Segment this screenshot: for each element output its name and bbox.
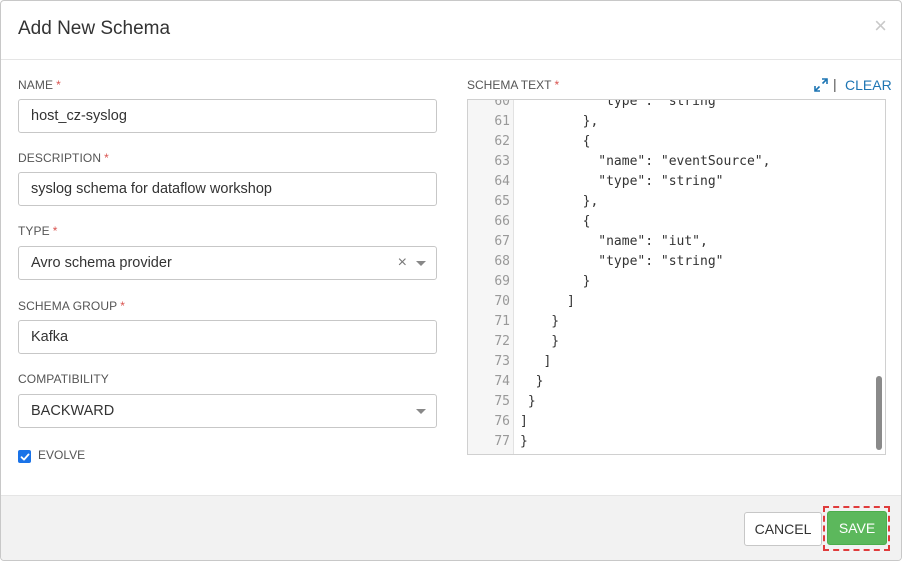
schema-text-editor[interactable]: 60 "type": "string" 61 }, 62 {63 "name": "… — [467, 99, 886, 455]
line-number: 70 — [494, 294, 510, 309]
required-mark: * — [554, 78, 560, 92]
code-line: 63 "name": "eventSource", — [468, 152, 885, 172]
line-number: 63 — [494, 154, 510, 169]
code-line: 65 }, — [468, 192, 885, 212]
line-text: } — [520, 334, 560, 349]
line-number: 74 — [494, 374, 510, 389]
line-text: { — [520, 134, 591, 149]
type-select[interactable]: Avro schema provider × — [18, 246, 437, 280]
editor-scrollbar[interactable] — [876, 376, 882, 450]
required-mark: * — [104, 151, 109, 165]
code-line: 68 "type": "string" — [468, 252, 885, 272]
line-number: 76 — [494, 414, 510, 429]
line-text: ] — [520, 414, 528, 429]
name-label-text: NAME — [18, 78, 54, 92]
schema-text-label: SCHEMA TEXT * — [467, 78, 559, 92]
line-text: } — [520, 374, 544, 389]
code-line: 74 } — [468, 372, 885, 392]
line-number: 60 — [494, 99, 510, 109]
line-number: 72 — [494, 334, 510, 349]
required-mark: * — [52, 224, 58, 238]
line-number: 64 — [494, 174, 510, 189]
line-text: }, — [520, 194, 599, 209]
line-text: } — [520, 274, 591, 289]
line-number: 68 — [494, 254, 510, 269]
line-number: 77 — [494, 434, 510, 449]
code-line: 76] — [468, 412, 885, 432]
line-text: { — [520, 214, 591, 229]
chevron-down-icon[interactable] — [416, 409, 426, 414]
add-schema-dialog: Add New Schema × NAME * host_cz-syslog DE… — [0, 0, 902, 561]
line-number: 75 — [494, 394, 510, 409]
line-text: }, — [520, 114, 599, 129]
line-number: 73 — [494, 354, 510, 369]
expand-icon[interactable] — [814, 78, 828, 92]
code-line: 66 { — [468, 212, 885, 232]
compatibility-label: COMPATIBILITY — [18, 372, 109, 386]
line-text: ] — [520, 354, 552, 369]
line-text: "name": "eventSource", — [520, 154, 771, 169]
compatibility-select[interactable]: BACKWARD — [18, 394, 437, 428]
line-text: "type": "string" — [520, 174, 724, 189]
line-text: "type": "string" — [520, 254, 724, 269]
line-number: 67 — [494, 234, 510, 249]
checkmark-icon — [20, 453, 29, 460]
description-input[interactable]: syslog schema for dataflow workshop — [18, 172, 437, 206]
required-mark: * — [120, 299, 125, 313]
code-line: 70 ] — [468, 292, 885, 312]
line-number: 62 — [494, 134, 510, 149]
code-line: 62 { — [468, 132, 885, 152]
chevron-down-icon[interactable] — [416, 261, 426, 266]
compatibility-label-text: COMPATIBILITY — [18, 372, 109, 386]
name-label: NAME * — [18, 78, 61, 92]
description-label-text: DESCRIPTION — [18, 151, 102, 165]
line-text: } — [520, 314, 560, 329]
line-number: 61 — [494, 114, 510, 129]
code-line: 60 "type": "string" — [468, 99, 885, 112]
code-line: 73 ] — [468, 352, 885, 372]
evolve-checkbox[interactable] — [18, 450, 31, 463]
description-label: DESCRIPTION * — [18, 151, 109, 165]
required-mark: * — [56, 78, 61, 92]
separator: | — [833, 76, 837, 92]
line-text: "type": "string" — [520, 99, 724, 109]
code-line: 72 } — [468, 332, 885, 352]
cancel-button[interactable]: CANCEL — [744, 512, 822, 546]
type-label: TYPE * — [18, 224, 58, 238]
dialog-header: Add New Schema × — [1, 1, 901, 60]
dialog-title: Add New Schema — [18, 18, 171, 39]
code-line: 71 } — [468, 312, 885, 332]
save-button[interactable]: SAVE — [827, 511, 887, 545]
code-lines: 60 "type": "string" 61 }, 62 {63 "name": "… — [468, 99, 885, 452]
code-line: 67 "name": "iut", — [468, 232, 885, 252]
close-icon[interactable]: × — [874, 15, 887, 37]
code-line: 77} — [468, 432, 885, 452]
schema-group-input[interactable]: Kafka — [18, 320, 437, 354]
line-number: 71 — [494, 314, 510, 329]
line-text: ] — [520, 294, 575, 309]
schema-group-label: SCHEMA GROUP * — [18, 299, 125, 313]
code-line: 64 "type": "string" — [468, 172, 885, 192]
line-number: 69 — [494, 274, 510, 289]
line-number: 65 — [494, 194, 510, 209]
line-text: } — [520, 434, 528, 449]
clear-link[interactable]: CLEAR — [845, 77, 892, 93]
compatibility-select-value: BACKWARD — [31, 403, 115, 419]
line-text: } — [520, 394, 536, 409]
line-text: "name": "iut", — [520, 234, 708, 249]
schema-group-label-text: SCHEMA GROUP — [18, 299, 118, 313]
code-line: 75 } — [468, 392, 885, 412]
line-number: 66 — [494, 214, 510, 229]
type-label-text: TYPE — [18, 224, 50, 238]
type-select-value: Avro schema provider — [31, 255, 172, 271]
code-line: 61 }, — [468, 112, 885, 132]
evolve-label: EVOLVE — [38, 448, 86, 462]
clear-icon[interactable]: × — [398, 247, 407, 279]
schema-text-label-text: SCHEMA TEXT — [467, 78, 552, 92]
code-line: 69 } — [468, 272, 885, 292]
name-input[interactable]: host_cz-syslog — [18, 99, 437, 133]
